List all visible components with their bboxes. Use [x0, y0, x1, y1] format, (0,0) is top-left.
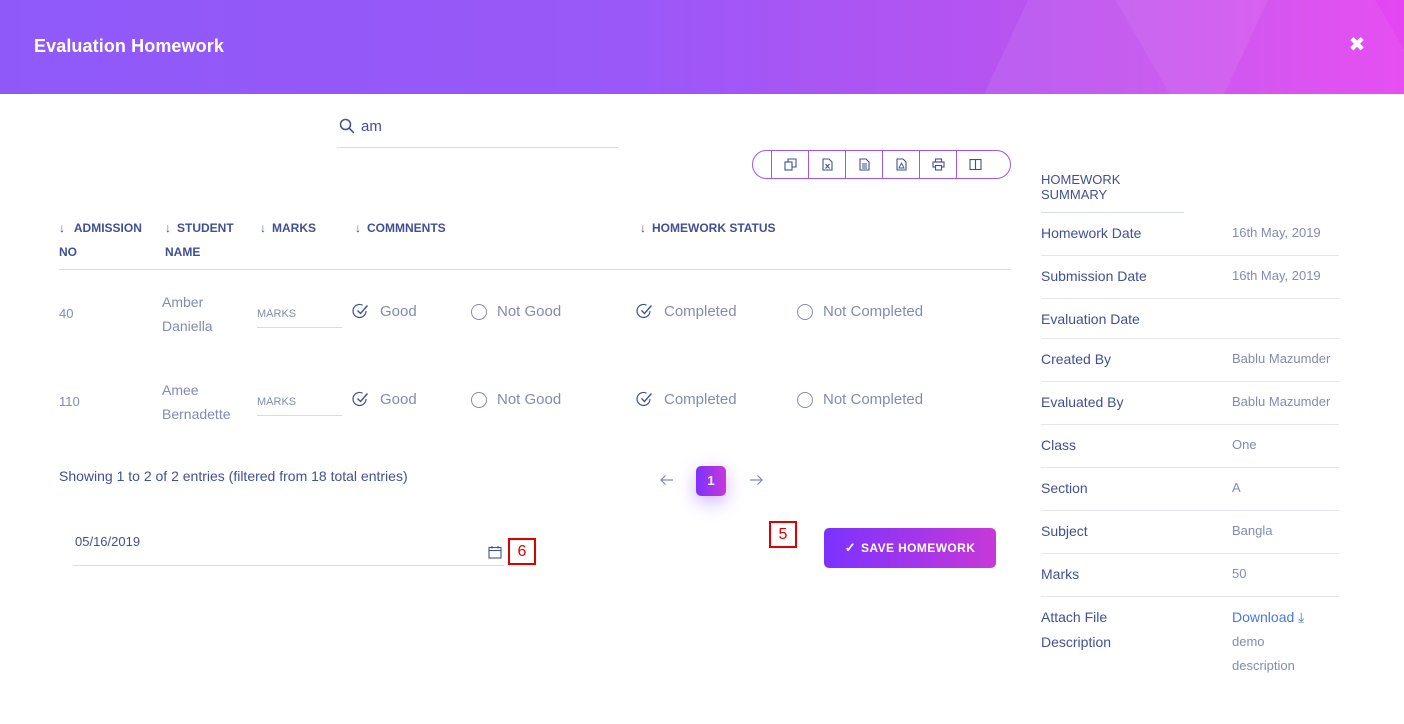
column-header-status[interactable]: ↓ HOMEWORK STATUS: [640, 216, 800, 240]
marks-field: [257, 302, 342, 328]
sort-arrow-icon: ↓: [59, 221, 65, 235]
check-circle-icon: [636, 391, 653, 407]
annotation-marker-5: 5: [769, 521, 797, 548]
radio-circle-icon: [797, 391, 813, 408]
csv-icon: [858, 158, 870, 171]
evaluation-date-field: [73, 532, 504, 566]
comment-not-good-radio[interactable]: Not Good: [471, 303, 561, 320]
search-icon: [339, 118, 355, 134]
comment-good-radio[interactable]: Good: [352, 302, 417, 320]
summary-row-evaluated-by: Evaluated By Bablu Mazumder: [1041, 382, 1339, 425]
table-row: 40 Amber Daniella Good Not Good Complete…: [59, 286, 1011, 366]
summary-row-evaluation-date: Evaluation Date: [1041, 299, 1339, 339]
check-circle-icon: [352, 391, 369, 407]
column-header-marks[interactable]: ↓ MARKS: [260, 216, 330, 240]
status-not-completed-radio[interactable]: Not Completed: [797, 303, 923, 320]
table-row: 110 Amee Bernadette Good Not Good Comple…: [59, 374, 1011, 454]
excel-icon: [821, 158, 833, 171]
columns-icon: [968, 158, 982, 171]
table-header: ↓ ADMISSION NO ↓ STUDENT NAME ↓ MARKS ↓ COM…: [59, 210, 1011, 270]
search-input[interactable]: [361, 114, 611, 138]
summary-row-attach-file: Attach File Download ⤓: [1041, 609, 1305, 625]
calendar-icon[interactable]: [488, 545, 502, 559]
print-icon: [931, 158, 945, 171]
check-icon: ✓: [844, 540, 856, 555]
arrow-right-icon[interactable]: [747, 471, 765, 489]
close-button[interactable]: ✖: [1346, 34, 1368, 56]
radio-circle-icon: [797, 303, 813, 320]
search-field: [337, 112, 618, 148]
radio-circle-icon: [471, 303, 487, 320]
export-button-group: [752, 150, 1011, 179]
copy-icon: [783, 158, 797, 171]
columns-button[interactable]: [956, 151, 993, 178]
summary-row-submission-date: Submission Date 16th May, 2019: [1041, 256, 1339, 299]
check-circle-icon: [352, 303, 369, 319]
download-link[interactable]: Download ⤓: [1232, 609, 1304, 625]
comment-not-good-radio[interactable]: Not Good: [471, 391, 561, 408]
sort-arrow-icon: ↓: [260, 221, 266, 235]
arrow-left-icon[interactable]: [658, 471, 676, 489]
marks-input[interactable]: [257, 302, 342, 320]
column-header-comments[interactable]: ↓ COMMNENTS: [355, 216, 475, 240]
pdf-button[interactable]: [882, 151, 919, 178]
evaluation-date-input[interactable]: [75, 534, 455, 549]
page-1-button[interactable]: 1: [696, 466, 726, 496]
check-circle-icon: [636, 303, 653, 319]
print-button[interactable]: [919, 151, 956, 178]
summary-row-homework-date: Homework Date 16th May, 2019: [1041, 213, 1339, 256]
status-not-completed-radio[interactable]: Not Completed: [797, 391, 923, 408]
admission-no: 40: [59, 306, 74, 321]
sort-arrow-icon: ↓: [640, 221, 646, 235]
status-completed-radio[interactable]: Completed: [636, 302, 737, 320]
csv-button[interactable]: [845, 151, 882, 178]
marks-input[interactable]: [257, 390, 342, 408]
modal-header: Evaluation Homework ✖: [0, 0, 1404, 94]
sort-arrow-icon: ↓: [355, 221, 361, 235]
marks-field: [257, 390, 342, 416]
entries-info: Showing 1 to 2 of 2 entries (filtered fr…: [59, 468, 408, 484]
summary-row-marks: Marks 50: [1041, 554, 1339, 597]
summary-title: HOMEWORK SUMMARY: [1041, 160, 1184, 213]
column-header-admission[interactable]: ↓ ADMISSION NO: [59, 216, 154, 264]
annotation-marker-6: 6: [508, 538, 536, 565]
homework-summary: HOMEWORK SUMMARY Homework Date 16th May,…: [1041, 160, 1339, 688]
save-homework-button[interactable]: ✓ SAVE HOMEWORK: [824, 528, 996, 568]
admission-no: 110: [59, 394, 80, 409]
excel-button[interactable]: [808, 151, 845, 178]
copy-button[interactable]: [771, 151, 808, 178]
status-completed-radio[interactable]: Completed: [636, 390, 737, 408]
summary-row-class: Class One: [1041, 425, 1339, 468]
sort-arrow-icon: ↓: [165, 221, 171, 235]
comment-good-radio[interactable]: Good: [352, 390, 417, 408]
summary-row-created-by: Created By Bablu Mazumder: [1041, 339, 1339, 382]
student-name: Amber Daniella: [162, 294, 213, 334]
summary-row-description: Description demo description: [1041, 634, 1295, 673]
modal-title: Evaluation Homework: [34, 36, 224, 56]
pdf-icon: [895, 158, 907, 171]
download-icon: ⤓: [1298, 609, 1305, 625]
summary-row-subject: Subject Bangla: [1041, 511, 1339, 554]
summary-row-section: Section A: [1041, 468, 1339, 511]
column-header-student[interactable]: ↓ STUDENT NAME: [165, 216, 245, 264]
student-name: Amee Bernadette: [162, 382, 231, 422]
radio-circle-icon: [471, 391, 487, 408]
